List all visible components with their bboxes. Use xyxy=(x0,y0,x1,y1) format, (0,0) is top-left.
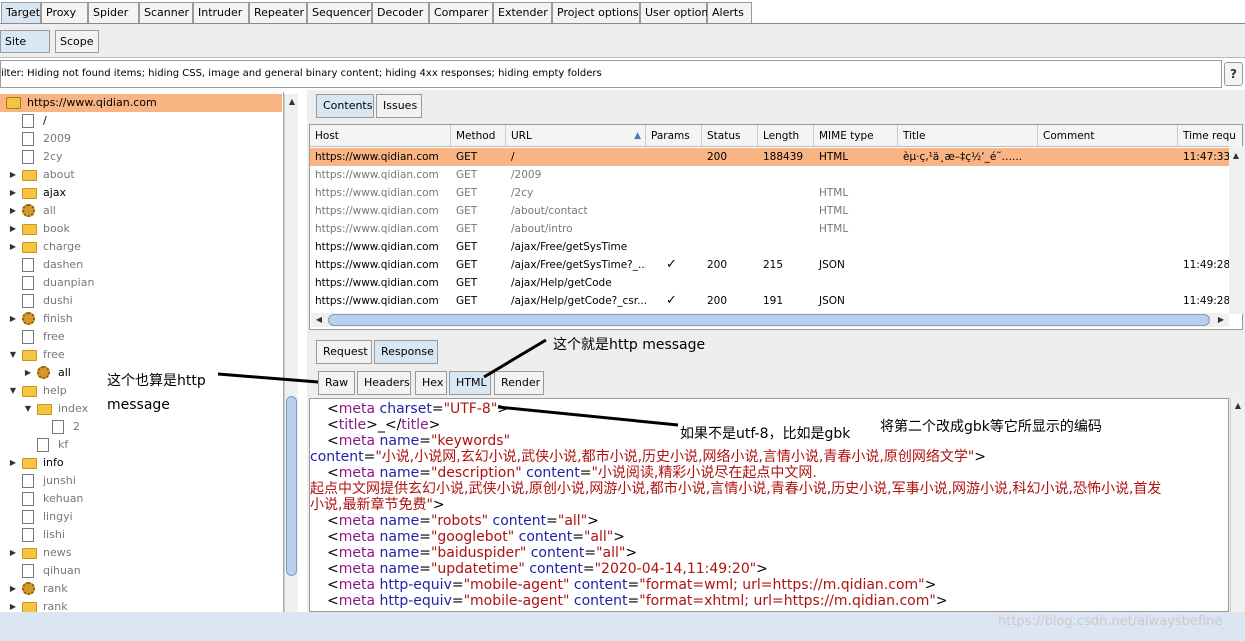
annotation-arrows xyxy=(217,338,679,427)
annotation-line-right xyxy=(497,405,679,427)
annotation-line-top xyxy=(483,338,547,379)
annotation-line-left xyxy=(217,372,319,384)
